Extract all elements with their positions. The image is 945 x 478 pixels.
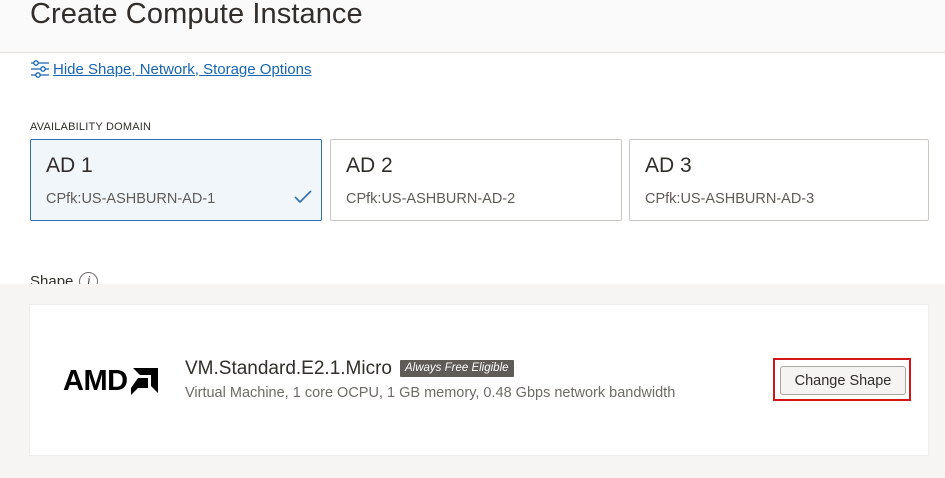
change-shape-button[interactable]: Change Shape bbox=[780, 366, 906, 395]
ad-name: AD 3 bbox=[645, 154, 692, 177]
page-header: Create Compute Instance bbox=[0, 0, 945, 53]
ad-id: CPfk:US-ASHBURN-AD-3 bbox=[645, 191, 815, 207]
ad-name: AD 1 bbox=[46, 154, 93, 177]
hide-options-link[interactable]: Hide Shape, Network, Storage Options bbox=[30, 58, 311, 80]
create-instance-page: Create Compute Instance Hide Shape, Netw… bbox=[0, 0, 945, 478]
ad-card-2[interactable]: AD 2 CPfk:US-ASHBURN-AD-2 bbox=[330, 139, 622, 221]
amd-arrow-icon bbox=[130, 367, 158, 395]
ad-card-3[interactable]: AD 3 CPfk:US-ASHBURN-AD-3 bbox=[629, 139, 929, 221]
ad-id: CPfk:US-ASHBURN-AD-2 bbox=[346, 191, 516, 207]
shape-name: VM.Standard.E2.1.Micro bbox=[185, 357, 392, 379]
main-content: Hide Shape, Network, Storage Options AVA… bbox=[0, 54, 945, 478]
shape-description: Virtual Machine, 1 core OCPU, 1 GB memor… bbox=[185, 385, 676, 401]
amd-logo: AMD bbox=[63, 365, 158, 397]
ad-name: AD 2 bbox=[346, 154, 393, 177]
always-free-badge: Always Free Eligible bbox=[399, 360, 514, 377]
amd-logo-text: AMD bbox=[63, 365, 128, 397]
availability-domain-label: AVAILABILITY DOMAIN bbox=[30, 121, 152, 133]
shape-panel: AMD VM.Standard.E2.1.Micro Always Free E… bbox=[30, 305, 928, 455]
change-shape-highlight: Change Shape bbox=[773, 358, 911, 401]
check-icon bbox=[294, 190, 312, 204]
shape-name-row: VM.Standard.E2.1.Micro Always Free Eligi… bbox=[185, 356, 514, 381]
sliders-icon bbox=[31, 60, 49, 78]
hide-options-label: Hide Shape, Network, Storage Options bbox=[53, 60, 312, 78]
page-title: Create Compute Instance bbox=[30, 0, 363, 30]
ad-card-1[interactable]: AD 1 CPfk:US-ASHBURN-AD-1 bbox=[30, 139, 322, 221]
ad-id: CPfk:US-ASHBURN-AD-1 bbox=[46, 191, 216, 207]
